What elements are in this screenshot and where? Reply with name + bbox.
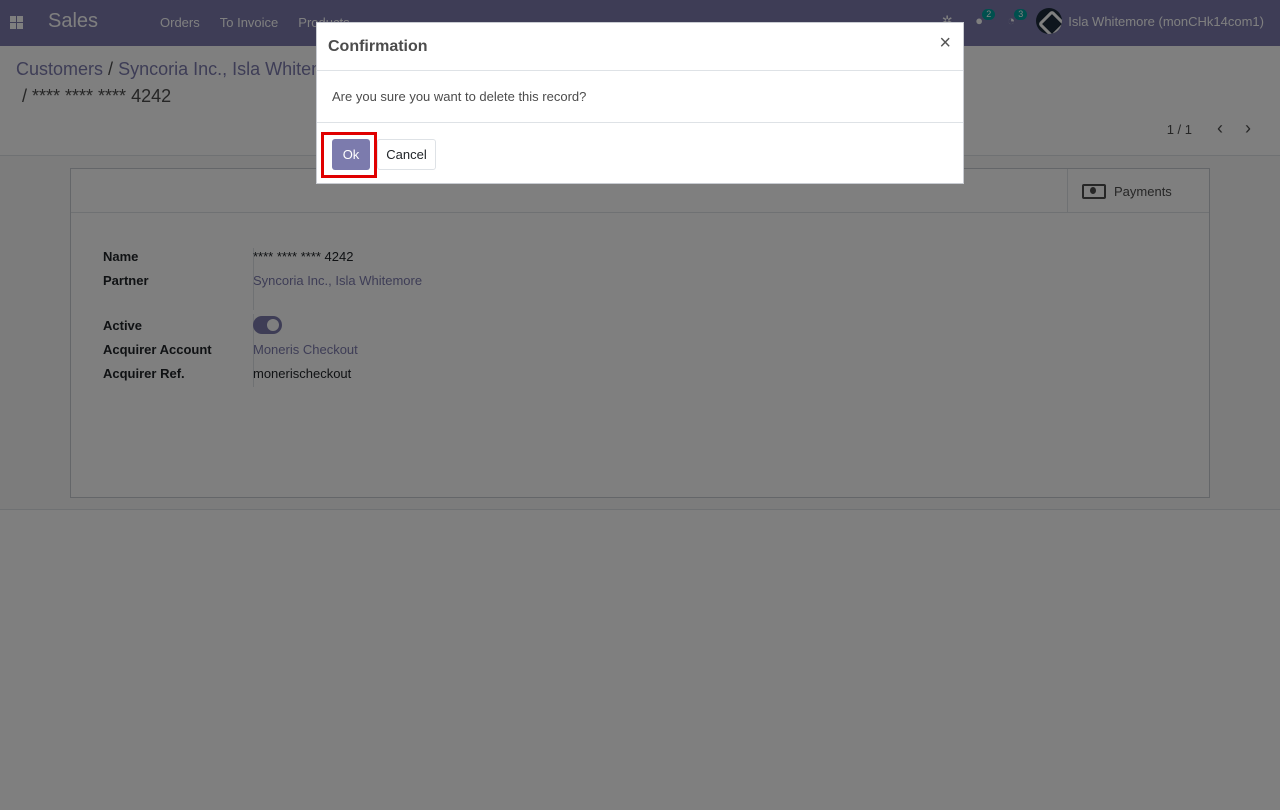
close-icon[interactable]: × — [939, 33, 951, 53]
modal-header: Confirmation × — [317, 23, 963, 71]
modal-body: Are you sure you want to delete this rec… — [317, 71, 963, 123]
modal-footer: Ok Cancel — [317, 123, 963, 183]
confirmation-dialog: Confirmation × Are you sure you want to … — [316, 22, 964, 184]
modal-message: Are you sure you want to delete this rec… — [332, 89, 587, 104]
modal-title: Confirmation — [328, 38, 428, 55]
ok-button[interactable]: Ok — [332, 139, 370, 170]
cancel-button[interactable]: Cancel — [377, 139, 436, 170]
